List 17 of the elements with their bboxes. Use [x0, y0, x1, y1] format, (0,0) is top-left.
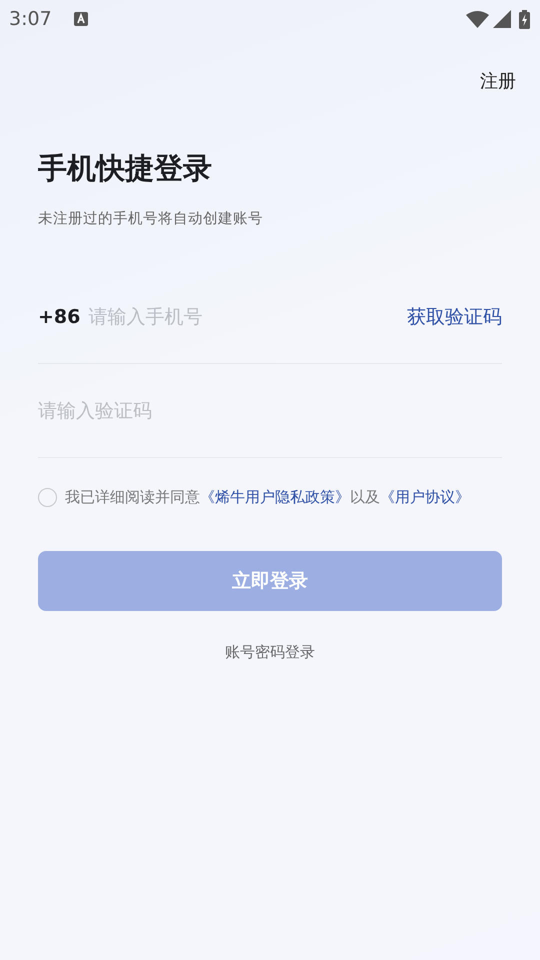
wifi-icon — [466, 10, 489, 28]
agreement-link[interactable]: 《烯牛用户隐私政策》 — [200, 488, 350, 506]
phone-input[interactable]: 请输入手机号 — [88, 302, 407, 331]
agreement-checkbox[interactable] — [38, 488, 57, 507]
page-title: 手机快捷登录 — [38, 150, 213, 187]
notification-icon — [74, 12, 88, 26]
signal-icon — [493, 10, 511, 28]
register-link[interactable]: 注册 — [480, 71, 516, 92]
country-code: +86 — [38, 304, 80, 330]
status-time: 3:07 — [9, 6, 52, 32]
subtitle: 未注册过的手机号将自动创建账号 — [38, 210, 264, 228]
password-login-link[interactable]: 账号密码登录 — [225, 642, 315, 661]
agreement-link[interactable]: 《用户协议》 — [380, 488, 470, 506]
code-input[interactable]: 请输入验证码 — [38, 396, 502, 425]
get-code-button[interactable]: 获取验证码 — [407, 302, 502, 331]
battery-icon — [519, 10, 530, 28]
agreement-text: 我已详细阅读并同意《烯牛用户隐私政策》以及《用户协议》 — [65, 487, 470, 508]
